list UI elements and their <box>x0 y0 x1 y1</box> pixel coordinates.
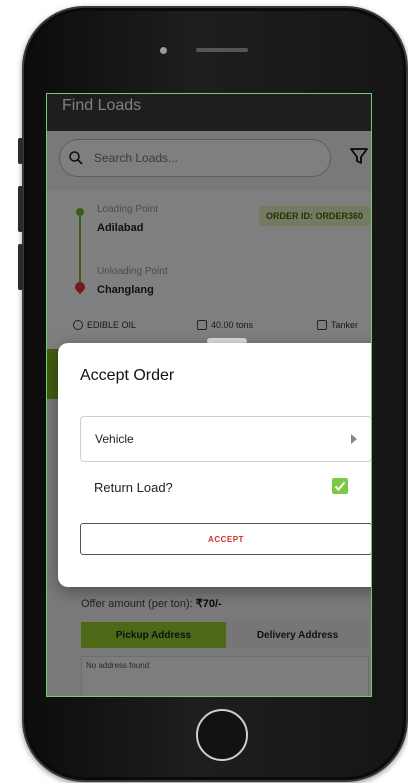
dialog-title: Accept Order <box>80 367 175 384</box>
vehicle-select[interactable]: Vehicle <box>80 416 371 462</box>
earpiece-speaker <box>196 48 248 52</box>
mute-switch <box>18 138 23 164</box>
accept-button[interactable]: ACCEPT <box>80 523 371 555</box>
home-button[interactable] <box>196 709 248 761</box>
vehicle-select-label: Vehicle <box>95 432 134 446</box>
caret-right-icon <box>351 434 357 444</box>
front-camera <box>160 47 167 54</box>
volume-down-button <box>18 244 23 290</box>
accept-order-dialog: Accept Order Vehicle Return Load? ACCEPT <box>58 343 371 587</box>
return-load-checkbox[interactable] <box>332 478 348 494</box>
volume-up-button <box>18 186 23 232</box>
return-load-label: Return Load? <box>94 480 173 495</box>
checkmark-icon <box>334 481 346 491</box>
app-screen: Find Loads Search Loads... Loading Point… <box>46 93 372 697</box>
